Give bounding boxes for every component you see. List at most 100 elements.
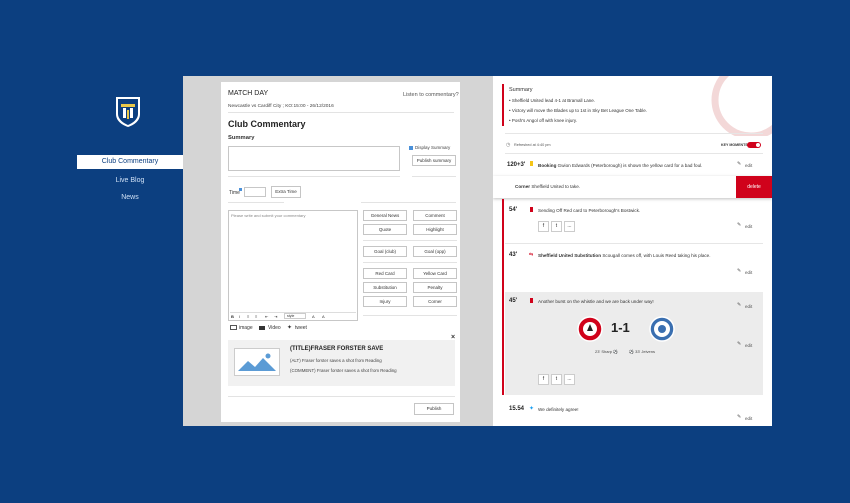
summary-item: • Posh's Angol off with knee injury. — [509, 118, 578, 123]
video-icon[interactable] — [259, 326, 265, 330]
twitter-share-button[interactable]: t — [551, 374, 562, 385]
facebook-share-button[interactable]: f — [538, 374, 549, 385]
more-share-button[interactable]: ... — [564, 221, 575, 232]
key-moments-toggle[interactable] — [747, 142, 761, 148]
home-team-badge — [577, 316, 603, 342]
entry-time: 15.54 — [509, 406, 525, 412]
outdent-icon[interactable]: ⇤ — [265, 314, 268, 319]
summary-textarea[interactable] — [228, 146, 400, 171]
time-checkbox[interactable] — [239, 188, 242, 191]
extra-time-button[interactable]: Extra Time — [271, 186, 301, 198]
clock-icon: ◷ — [506, 142, 511, 148]
italic-icon[interactable]: I — [239, 314, 240, 319]
page-title: Club Commentary — [228, 119, 306, 129]
match-score: 1-1 — [611, 320, 630, 335]
pencil-icon[interactable]: ✎ — [737, 414, 741, 420]
refreshed-text: Refreshed at 4:40 pm — [514, 143, 551, 147]
commentary-textarea[interactable]: Please write and submit your commentary … — [228, 210, 358, 321]
fixture-info: Newcastle vs Cardiff City ; KO:15:00 - 2… — [228, 104, 334, 109]
entry-time: 43' — [509, 252, 518, 258]
quick-substitution[interactable]: Substitution — [363, 282, 407, 293]
facebook-share-button[interactable]: f — [538, 221, 549, 232]
delete-button[interactable]: delete — [736, 176, 772, 198]
watermark-crest — [711, 76, 772, 136]
entry-time: 120+3' — [507, 162, 526, 168]
pencil-icon[interactable]: ✎ — [737, 268, 741, 274]
quick-comment[interactable]: Comment — [413, 210, 457, 221]
away-team-badge — [649, 316, 675, 342]
commentary-placeholder: Please write and submit your commentary — [231, 213, 306, 218]
red-card-icon — [530, 207, 533, 212]
formatting-toolbar: B I ≡ ≡ ⇤ ⇥ style A A — [230, 312, 356, 319]
preview-summary-title: Summary — [509, 87, 533, 93]
live-preview: Summary • Sheffield United lead 4-1 at B… — [493, 76, 772, 426]
club-crest-logo — [116, 97, 140, 127]
pencil-icon[interactable]: ✎ — [737, 341, 741, 347]
add-image-link[interactable]: image — [239, 325, 253, 331]
quick-penalty[interactable]: Penalty — [413, 282, 457, 293]
sidebar: Club Commentary Live Blog News — [77, 76, 183, 426]
app-frame: Club Commentary Live Blog News MATCH DAY… — [77, 76, 772, 426]
home-scorer: 23' Sharp ⚽ — [595, 349, 619, 354]
entry-text: Corner Sheffield United to take. — [515, 184, 581, 189]
image-thumbnail — [234, 348, 280, 376]
commentary-editor: MATCH DAY Listen to commentary? Newcastl… — [221, 82, 460, 422]
pencil-icon[interactable]: ✎ — [737, 222, 741, 228]
pencil-icon[interactable]: ✎ — [737, 302, 741, 308]
entry-text: Sheffield United Substitution Scougall c… — [538, 253, 711, 258]
edit-link[interactable]: edit — [745, 163, 752, 168]
twitter-icon[interactable]: ✦ — [287, 324, 292, 331]
add-tweet-link[interactable]: tweet — [295, 325, 307, 331]
twitter-icon: ✦ — [529, 406, 535, 412]
goal-entry-background: 45' Another burst on the whistle and we … — [505, 292, 763, 395]
landscape-icon — [238, 353, 276, 371]
indent-icon[interactable]: ⇥ — [274, 314, 277, 319]
nav-news[interactable]: News — [77, 191, 183, 205]
image-icon[interactable] — [230, 325, 237, 330]
media-card: (TITLE)FRASER FORSTER SAVE (ALT) Fraser … — [228, 340, 455, 386]
edit-link[interactable]: edit — [745, 270, 752, 275]
bullet-list-icon[interactable]: ≡ — [247, 314, 249, 319]
twitter-share-button[interactable]: t — [551, 221, 562, 232]
entry-time: 54' — [509, 207, 518, 213]
summary-item: • Victory will move the Blades up to 1st… — [509, 108, 647, 113]
display-summary-label: Display Summary — [415, 145, 451, 150]
display-summary-checkbox[interactable] — [409, 146, 413, 150]
edit-link[interactable]: edit — [745, 416, 752, 421]
quick-general-news[interactable]: General News — [363, 210, 407, 221]
highlight-icon[interactable]: A — [322, 314, 325, 319]
edit-link[interactable]: edit — [745, 343, 752, 348]
entry-text: Sending Off Red card to Peterborough's B… — [538, 208, 641, 213]
nav-live-blog[interactable]: Live Blog — [77, 174, 183, 188]
pencil-icon[interactable]: ✎ — [737, 161, 741, 167]
quick-red-card[interactable]: Red Card — [363, 268, 407, 279]
summary-item: • Sheffield United lead 4-1 at Bramall L… — [509, 98, 596, 103]
quick-goal-club[interactable]: Goal (club) — [363, 246, 407, 257]
time-input[interactable] — [244, 187, 266, 197]
text-color-icon[interactable]: A — [312, 314, 315, 319]
listen-commentary-link[interactable]: Listen to commentary? — [403, 92, 459, 98]
quick-goal-opp[interactable]: Goal (opp) — [413, 246, 457, 257]
style-select[interactable]: style — [284, 313, 306, 319]
quick-highlight[interactable]: Highlight — [413, 224, 457, 235]
edit-link[interactable]: edit — [745, 304, 752, 309]
publish-button[interactable]: Publish — [414, 403, 454, 415]
card-alt: (ALT) Fraser forster saves a shot from R… — [290, 358, 382, 363]
edit-link[interactable]: edit — [745, 224, 752, 229]
entry-text: We definitely agree! — [538, 407, 579, 412]
more-share-button[interactable]: ... — [564, 374, 575, 385]
card-comment: (COMMENT) Fraser forster saves a shot fr… — [290, 368, 397, 373]
quick-quote[interactable]: Quote — [363, 224, 407, 235]
numbered-list-icon[interactable]: ≡ — [255, 314, 257, 319]
entry-time: 45' — [509, 298, 518, 304]
quick-yellow-card[interactable]: Yellow Card — [413, 268, 457, 279]
nav-club-commentary[interactable]: Club Commentary — [77, 155, 183, 169]
swiped-entry: Corner Sheffield United to take. delete — [493, 176, 772, 198]
substitution-icon: ⇆ — [529, 252, 534, 258]
quick-injury[interactable]: Injury — [363, 296, 407, 307]
card-title: (TITLE)FRASER FORSTER SAVE — [290, 346, 384, 352]
add-video-link[interactable]: Video — [268, 325, 281, 331]
bold-icon[interactable]: B — [231, 314, 234, 319]
quick-corner[interactable]: Corner — [413, 296, 457, 307]
publish-summary-button[interactable]: Publish summary — [412, 155, 456, 166]
